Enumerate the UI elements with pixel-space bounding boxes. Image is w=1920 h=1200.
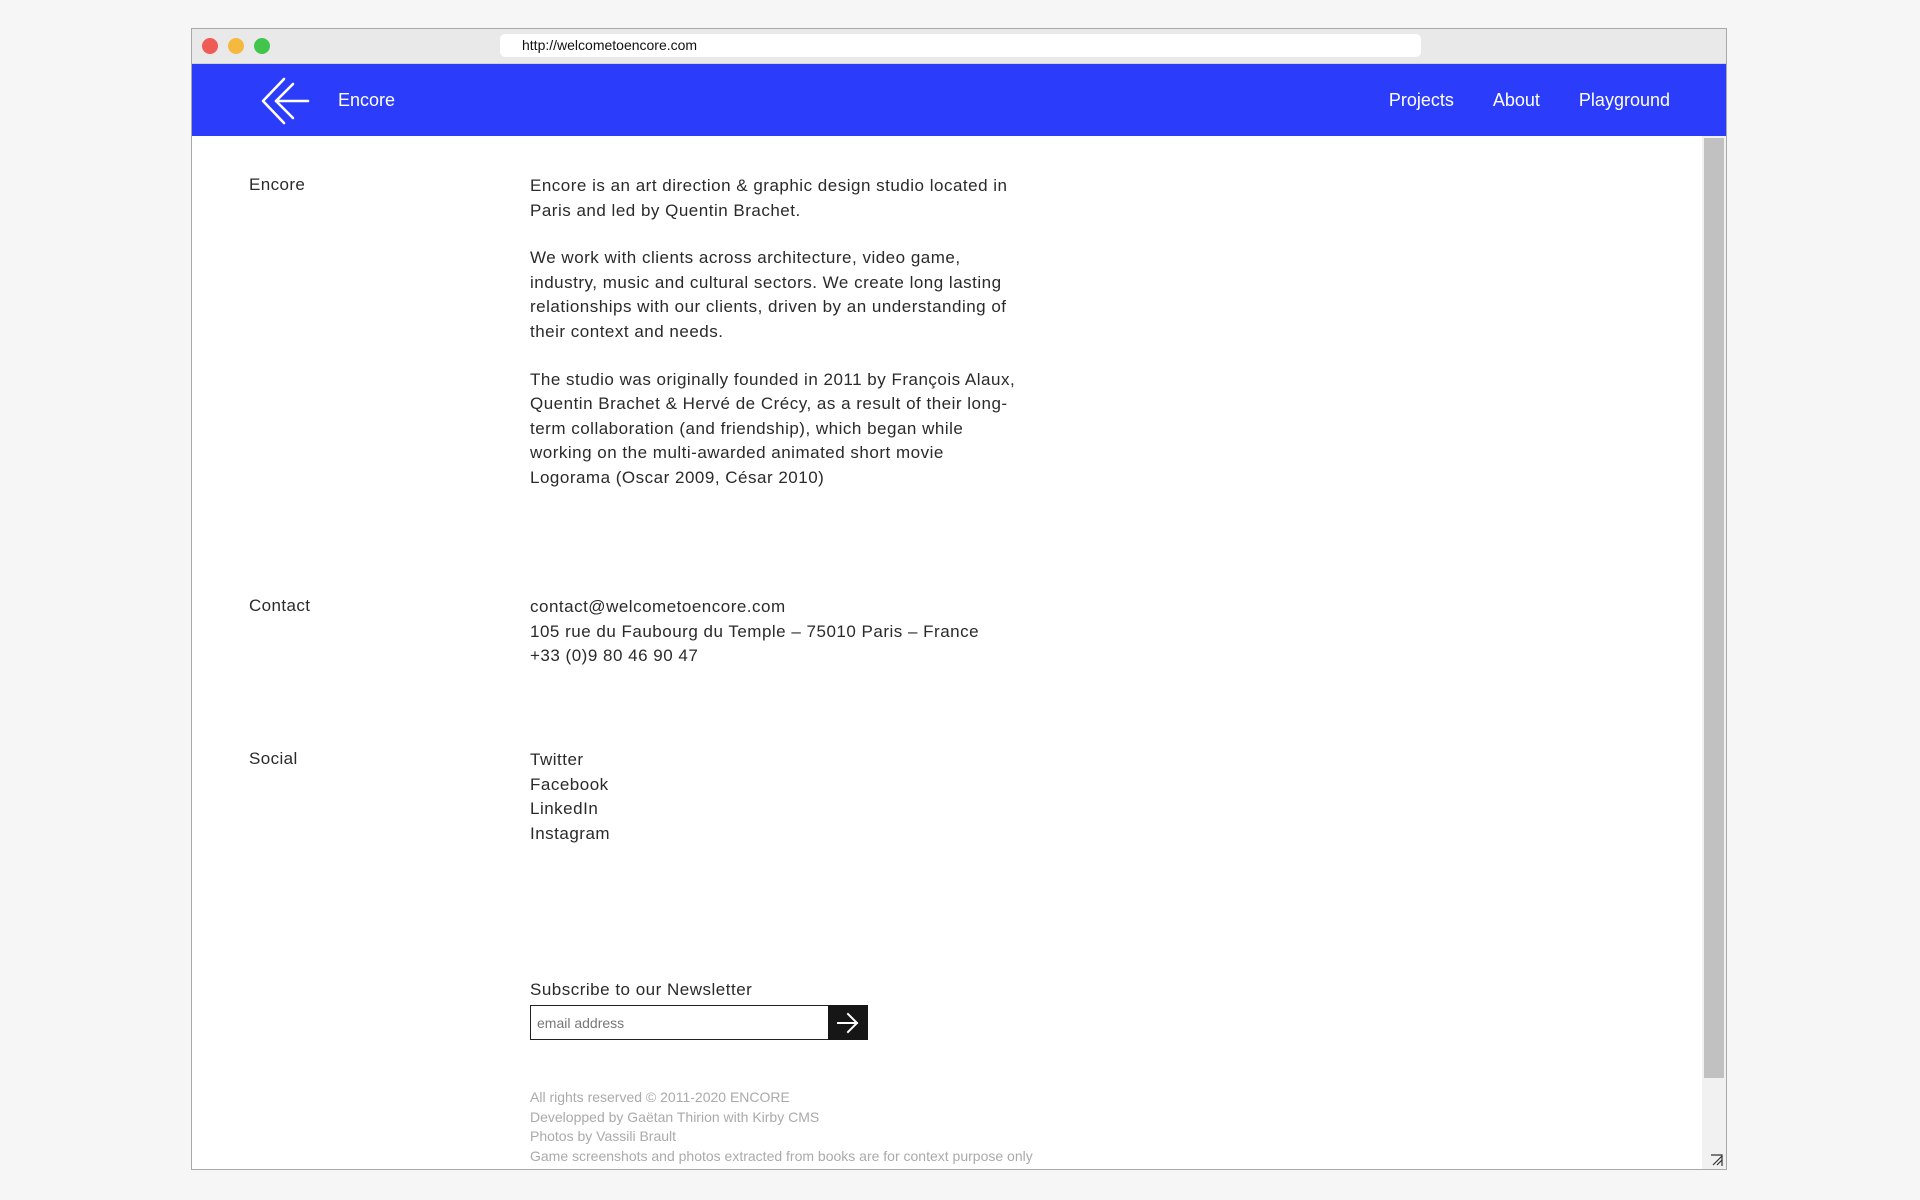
nav-link-about[interactable]: About [1493, 64, 1540, 136]
footer-copyright: All rights reserved © 2011-2020 ENCORE [530, 1089, 790, 1105]
arrow-right-icon [837, 1012, 859, 1033]
text-line: We work with clients across architecture… [530, 248, 961, 268]
social-link-twitter[interactable]: Twitter [530, 748, 1070, 773]
close-window-button[interactable] [202, 38, 218, 54]
footer-credits-photos: Photos by Vassili Brault [530, 1128, 677, 1144]
section-label-social: Social [249, 749, 298, 768]
contact-info: contact@welcometoencore.com 105 rue du F… [530, 595, 1070, 669]
brand-name[interactable]: Encore [338, 64, 395, 136]
about-paragraph: We work with clients across architecture… [530, 246, 1070, 344]
main-nav: Projects About Playground [1350, 64, 1670, 136]
browser-titlebar: http://welcometoencore.com [192, 29, 1726, 64]
about-text: Encore is an art direction & graphic des… [530, 174, 1070, 514]
contact-address: 105 rue du Faubourg du Temple – 75010 Pa… [530, 621, 980, 641]
text-line: Encore is an art direction & graphic des… [530, 176, 1008, 195]
scrollbar-thumb[interactable] [1704, 138, 1724, 1078]
text-line: Quentin Brachet & Hervé de Crécy, as a r… [530, 394, 1008, 414]
newsletter-submit-button[interactable] [828, 1005, 868, 1040]
about-paragraph: Encore is an art direction & graphic des… [530, 174, 1070, 223]
social-links: Twitter Facebook LinkedIn Instagram [530, 748, 1070, 846]
minimize-window-button[interactable] [228, 38, 244, 54]
text-line: Logorama (Oscar 2009, César 2010) [530, 467, 825, 487]
text-line: The studio was originally founded in 201… [530, 369, 1016, 389]
text-line: their context and needs. [530, 321, 724, 341]
social-link-linkedin[interactable]: LinkedIn [530, 797, 1070, 822]
address-bar[interactable]: http://welcometoencore.com [500, 34, 1421, 57]
contact-email-link[interactable]: contact@welcometoencore.com [530, 595, 1070, 620]
site-header: Encore Projects About Playground [192, 64, 1726, 136]
nav-link-projects[interactable]: Projects [1389, 64, 1454, 136]
text-line: term collaboration (and friendship), whi… [530, 418, 964, 438]
about-paragraph: The studio was originally founded in 201… [530, 368, 1070, 491]
maximize-window-button[interactable] [254, 38, 270, 54]
section-label-contact: Contact [249, 596, 311, 615]
text-line: industry, music and cultural sectors. We… [530, 272, 1002, 292]
nav-link-playground[interactable]: Playground [1579, 64, 1670, 136]
newsletter-title: Subscribe to our Newsletter [530, 980, 753, 999]
footer-disclaimer: Game screenshots and photos extracted fr… [530, 1147, 1033, 1164]
social-link-facebook[interactable]: Facebook [530, 773, 1070, 798]
section-label-encore: Encore [249, 175, 306, 194]
text-line: relationships with our clients, driven b… [530, 297, 1007, 317]
text-line: Paris and led by Quentin Brachet. [530, 200, 801, 220]
encore-logo-icon[interactable] [260, 77, 310, 125]
browser-window: http://welcometoencore.com Encore Projec… [191, 28, 1727, 1170]
text-line: working on the multi-awarded animated sh… [530, 443, 944, 463]
newsletter-form [530, 1005, 868, 1040]
resize-grip-icon[interactable] [1710, 1153, 1724, 1167]
social-link-instagram[interactable]: Instagram [530, 822, 1070, 847]
site-footer: All rights reserved © 2011-2020 ENCORE D… [530, 1088, 1033, 1166]
footer-credits-dev: Developped by Gaëtan Thirion with Kirby … [530, 1108, 820, 1125]
newsletter-email-input[interactable] [530, 1005, 828, 1040]
vertical-scrollbar[interactable] [1702, 136, 1726, 1169]
contact-phone[interactable]: +33 (0)9 80 46 90 47 [530, 644, 1070, 669]
page-content: Encore Encore is an art direction & grap… [192, 136, 1704, 1169]
